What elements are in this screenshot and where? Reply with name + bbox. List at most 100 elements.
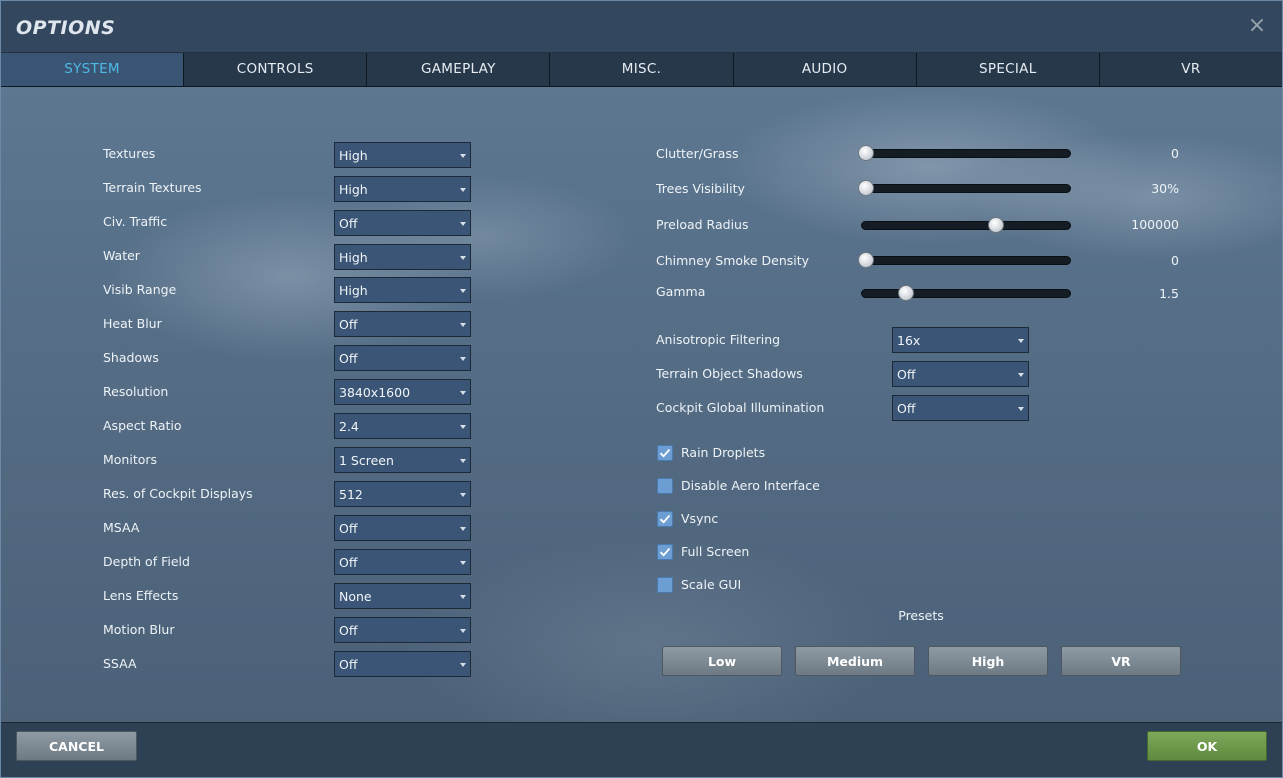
cockpit-displays-select[interactable]: 512 [334, 481, 471, 507]
select-value: Off [339, 657, 358, 672]
preload-radius-slider[interactable] [861, 217, 1071, 233]
preset-high-button[interactable]: High [928, 646, 1048, 676]
ssaa-select[interactable]: Off [334, 651, 471, 677]
checkbox-label: Rain Droplets [681, 445, 766, 460]
anisotropic-filtering-select[interactable]: 16x [892, 327, 1029, 353]
chevron-down-icon [460, 663, 466, 667]
close-icon[interactable]: × [1246, 15, 1268, 37]
slider-value: 0 [1171, 146, 1179, 161]
tab-system[interactable]: SYSTEM [1, 53, 185, 86]
chevron-down-icon [460, 493, 466, 497]
depth-of-field-select[interactable]: Off [334, 549, 471, 575]
select-value: Off [339, 555, 358, 570]
civ-traffic-select[interactable]: Off [334, 210, 471, 236]
aspect-ratio-select[interactable]: 2.4 [334, 413, 471, 439]
slider-handle[interactable] [988, 217, 1004, 233]
slider-track[interactable] [861, 221, 1071, 230]
checkbox-label: Scale GUI [681, 577, 742, 592]
slider-track[interactable] [861, 184, 1071, 193]
disable-aero-checkbox[interactable] [657, 478, 673, 494]
clutter-grass-slider[interactable] [858, 145, 1071, 161]
setting-label: Water [103, 248, 140, 263]
scale-gui-checkbox[interactable] [657, 577, 673, 593]
setting-label: Terrain Textures [103, 180, 202, 195]
water-select[interactable]: High [334, 244, 471, 270]
title-bar: OPTIONS × [1, 1, 1282, 53]
chimney-smoke-slider[interactable] [858, 252, 1071, 268]
setting-label: SSAA [103, 656, 137, 671]
settings-panel: Textures High Terrain Textures High Civ.… [1, 87, 1282, 722]
chevron-down-icon [460, 527, 466, 531]
setting-label: Textures [103, 146, 156, 161]
slider-handle[interactable] [858, 145, 874, 161]
select-value: High [339, 283, 368, 298]
slider-value: 1.5 [1159, 286, 1179, 301]
chevron-down-icon [460, 629, 466, 633]
chevron-down-icon [1018, 407, 1024, 411]
setting-label: Shadows [103, 350, 159, 365]
slider-handle[interactable] [898, 285, 914, 301]
checkmark-icon [659, 547, 671, 557]
checkbox-label: Vsync [681, 511, 719, 526]
gamma-slider[interactable] [861, 285, 1071, 301]
trees-visibility-slider[interactable] [858, 180, 1071, 196]
select-value: 2.4 [339, 419, 359, 434]
slider-label: Preload Radius [656, 217, 749, 232]
ok-button[interactable]: OK [1147, 731, 1267, 761]
motion-blur-select[interactable]: Off [334, 617, 471, 643]
tab-misc[interactable]: MISC. [550, 53, 734, 86]
setting-label: Monitors [103, 452, 158, 467]
presets-label: Presets [898, 608, 944, 623]
select-value: Off [897, 367, 916, 382]
textures-select[interactable]: High [334, 142, 471, 168]
preset-vr-button[interactable]: VR [1061, 646, 1181, 676]
select-value: Off [339, 317, 358, 332]
setting-label: Visib Range [103, 282, 177, 297]
select-value: 16x [897, 333, 921, 348]
lens-effects-select[interactable]: None [334, 583, 471, 609]
select-value: 3840x1600 [339, 385, 411, 400]
setting-label: Terrain Object Shadows [656, 366, 803, 381]
setting-label: Motion Blur [103, 622, 175, 637]
heat-blur-select[interactable]: Off [334, 311, 471, 337]
rain-droplets-checkbox[interactable] [657, 445, 673, 461]
slider-label: Trees Visibility [656, 181, 745, 196]
resolution-select[interactable]: 3840x1600 [334, 379, 471, 405]
terrain-textures-select[interactable]: High [334, 176, 471, 202]
setting-label: Civ. Traffic [103, 214, 168, 229]
terrain-object-shadows-select[interactable]: Off [892, 361, 1029, 387]
chevron-down-icon [460, 561, 466, 565]
preset-low-button[interactable]: Low [662, 646, 782, 676]
setting-label: Res. of Cockpit Displays [103, 486, 253, 501]
chevron-down-icon [460, 188, 466, 192]
slider-handle[interactable] [858, 252, 874, 268]
cockpit-illumination-select[interactable]: Off [892, 395, 1029, 421]
setting-label: Aspect Ratio [103, 418, 182, 433]
chevron-down-icon [460, 425, 466, 429]
select-value: 1 Screen [339, 453, 394, 468]
visib-range-select[interactable]: High [334, 277, 471, 303]
vsync-checkbox[interactable] [657, 511, 673, 527]
slider-track[interactable] [861, 289, 1071, 298]
checkbox-label: Full Screen [681, 544, 750, 559]
slider-value: 0 [1171, 253, 1179, 268]
tab-gameplay[interactable]: GAMEPLAY [367, 53, 551, 86]
slider-label: Clutter/Grass [656, 146, 739, 161]
checkmark-icon [659, 514, 671, 524]
slider-track[interactable] [861, 256, 1071, 265]
full-screen-checkbox[interactable] [657, 544, 673, 560]
tab-special[interactable]: SPECIAL [916, 53, 1100, 86]
tab-controls[interactable]: CONTROLS [184, 53, 368, 86]
monitors-select[interactable]: 1 Screen [334, 447, 471, 473]
select-value: Off [339, 623, 358, 638]
chevron-down-icon [460, 391, 466, 395]
cancel-button[interactable]: CANCEL [16, 731, 137, 761]
tab-vr[interactable]: VR [1099, 53, 1282, 86]
shadows-select[interactable]: Off [334, 345, 471, 371]
msaa-select[interactable]: Off [334, 515, 471, 541]
options-window: OPTIONS × SYSTEM CONTROLS GAMEPLAY MISC.… [0, 0, 1283, 778]
tab-audio[interactable]: AUDIO [733, 53, 917, 86]
preset-medium-button[interactable]: Medium [795, 646, 915, 676]
slider-handle[interactable] [858, 180, 874, 196]
slider-track[interactable] [861, 149, 1071, 158]
